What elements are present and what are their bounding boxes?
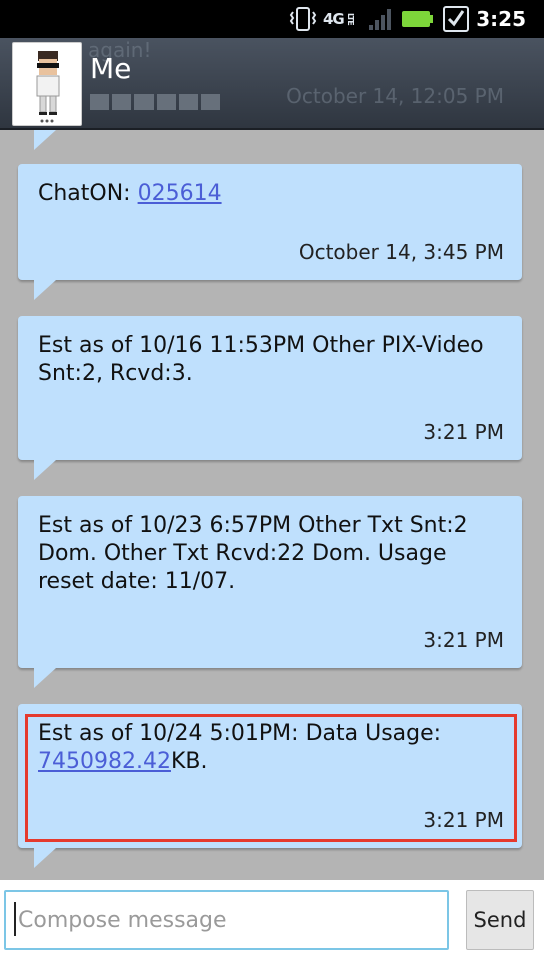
message-prefix: ChatON: — [38, 181, 138, 206]
message-prefix: Est as of 10/24 5:01PM: Data Usage: — [38, 721, 442, 746]
network-4g-lte-icon: 4G LTE — [323, 0, 355, 38]
message-bubble[interactable]: Est as of 10/23 6:57PM Other Txt Snt:2 D… — [18, 496, 522, 688]
message-time: 3:21 PM — [423, 808, 504, 832]
message-link[interactable]: 7450982.42 — [38, 749, 171, 774]
message-text: Est as of 10/16 11:53PM Other PIX-Video … — [38, 333, 484, 386]
message-list[interactable]: ChatON: 025614 October 14, 3:45 PM Est a… — [0, 130, 544, 880]
network-sub-label: LTE — [345, 13, 355, 25]
compose-bar: Send — [0, 880, 544, 960]
status-bar: 4G LTE 3:25 — [0, 0, 544, 38]
message-suffix: KB. — [170, 749, 208, 774]
contact-number-redacted — [90, 94, 221, 110]
battery-icon — [402, 0, 434, 38]
task-complete-icon — [443, 0, 469, 38]
compose-message-input[interactable] — [4, 890, 449, 950]
contact-avatar[interactable] — [12, 42, 82, 126]
message-text: Est as of 10/23 6:57PM Other Txt Snt:2 D… — [38, 513, 468, 594]
message-text: Est as of 10/24 5:01PM: Data Usage: 7450… — [38, 720, 504, 776]
message-link[interactable]: 025614 — [138, 181, 222, 206]
clock: 3:25 — [476, 7, 526, 31]
scrolled-message-date: October 14, 12:05 PM — [286, 84, 504, 108]
message-time: 3:21 PM — [423, 420, 504, 444]
contact-name: Me — [90, 52, 132, 85]
message-time: 3:21 PM — [423, 628, 504, 652]
text-cursor — [14, 902, 16, 936]
message-text: ChatON: 025614 — [38, 180, 504, 208]
network-label: 4G — [323, 10, 345, 28]
message-bubble-highlighted[interactable]: Est as of 10/24 5:01PM: Data Usage: 7450… — [18, 704, 522, 868]
vibrate-icon — [288, 0, 318, 38]
message-time: October 14, 3:45 PM — [298, 240, 504, 264]
send-button[interactable]: Send — [466, 890, 534, 950]
signal-strength-icon — [368, 0, 392, 38]
previous-bubble-tail — [34, 130, 56, 150]
message-bubble[interactable]: ChatON: 025614 October 14, 3:45 PM — [18, 164, 522, 300]
message-bubble[interactable]: Est as of 10/16 11:53PM Other PIX-Video … — [18, 316, 522, 480]
conversation-header: again! October 14, 12:05 PM Me — [0, 38, 544, 130]
